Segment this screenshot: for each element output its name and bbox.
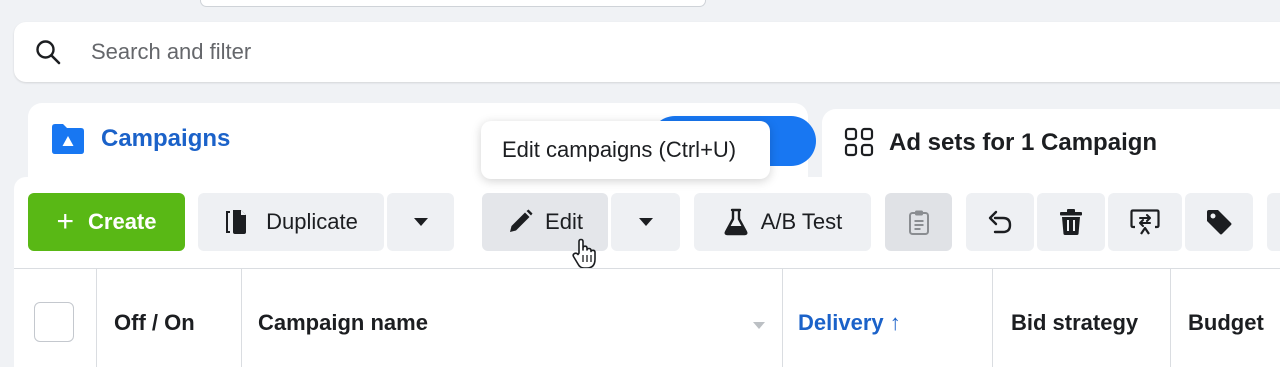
delete-button[interactable] — [1037, 193, 1105, 251]
select-all-checkbox[interactable] — [34, 302, 74, 342]
clipboard-icon — [908, 209, 930, 235]
edit-dropdown-button[interactable] — [611, 193, 680, 251]
duplicate-icon — [224, 208, 254, 236]
search-bar[interactable]: Search and filter — [14, 22, 1280, 82]
plus-icon: + — [56, 205, 75, 238]
search-input[interactable]: Search and filter — [91, 39, 251, 65]
duplicate-button[interactable]: Duplicate — [198, 193, 384, 251]
preview-button[interactable] — [1108, 193, 1182, 251]
clipboard-button[interactable] — [885, 193, 952, 251]
undo-button[interactable] — [966, 193, 1034, 251]
duplicate-dropdown-button[interactable] — [387, 193, 454, 251]
search-icon — [34, 38, 62, 66]
column-header-bid-strategy[interactable]: Bid strategy — [1011, 310, 1138, 336]
column-header-off-on[interactable]: Off / On — [114, 310, 195, 336]
chevron-down-icon — [638, 217, 654, 227]
undo-icon — [986, 209, 1014, 235]
column-divider — [1170, 269, 1171, 367]
trash-icon — [1059, 208, 1083, 236]
duplicate-button-label: Duplicate — [266, 209, 358, 234]
create-button-label: Create — [88, 209, 157, 234]
create-button[interactable]: + Create — [28, 193, 185, 251]
top-input-edge — [200, 0, 706, 7]
column-divider — [96, 269, 97, 367]
column-header-budget[interactable]: Budget — [1188, 310, 1264, 336]
hand-cursor-icon — [571, 238, 597, 270]
column-divider — [992, 269, 993, 367]
edit-button-label: Edit — [545, 209, 583, 234]
more-button[interactable] — [1267, 193, 1280, 251]
tag-icon — [1205, 208, 1233, 236]
pencil-icon — [507, 209, 533, 235]
chevron-down-icon — [413, 217, 429, 227]
preview-icon — [1130, 208, 1160, 236]
grid-icon — [844, 127, 874, 157]
column-divider — [782, 269, 783, 367]
column-divider — [241, 269, 242, 367]
tab-campaigns-label: Campaigns — [101, 125, 231, 152]
sort-caret-icon[interactable] — [752, 318, 766, 329]
folder-icon — [50, 123, 86, 155]
column-header-campaign-name[interactable]: Campaign name — [258, 310, 428, 336]
flask-icon — [723, 208, 749, 236]
ab-test-button-label: A/B Test — [760, 209, 843, 234]
table-header-divider — [14, 268, 1280, 269]
column-header-delivery[interactable]: Delivery ↑ — [798, 310, 901, 336]
tab-adsets[interactable]: Ad sets for 1 Campaign — [822, 109, 1280, 177]
tag-button[interactable] — [1185, 193, 1253, 251]
tab-adsets-label: Ad sets for 1 Campaign — [889, 129, 1158, 156]
edit-tooltip: Edit campaigns (Ctrl+U) — [481, 121, 770, 179]
ab-test-button[interactable]: A/B Test — [694, 193, 871, 251]
